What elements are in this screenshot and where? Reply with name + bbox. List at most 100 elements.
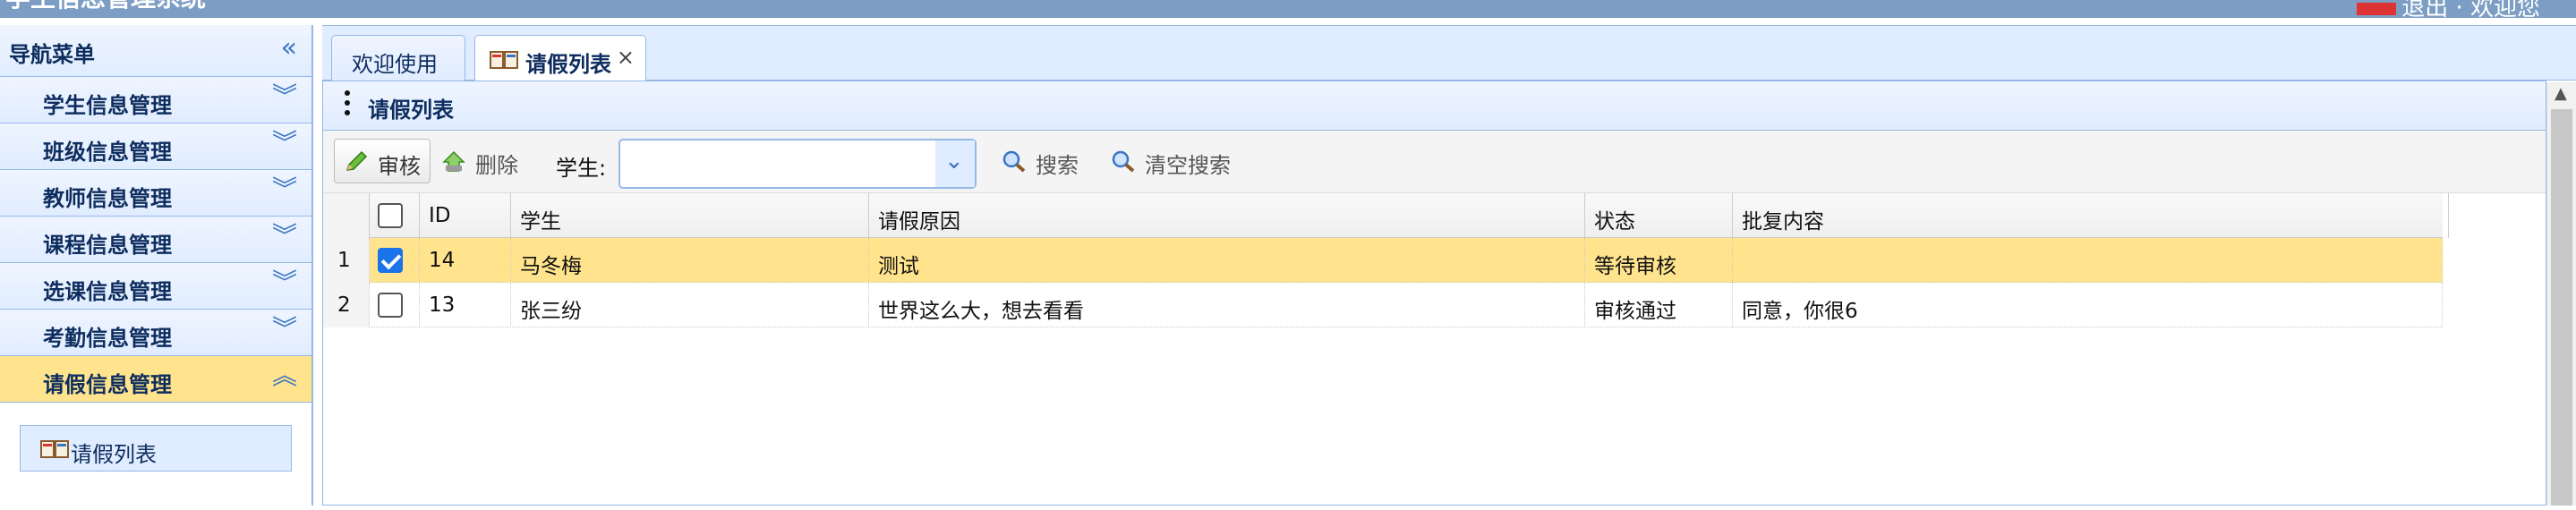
tab-leave-list[interactable]: 请假列表 × bbox=[474, 35, 646, 82]
cell-status: 审核通过 bbox=[1585, 283, 1733, 327]
cell-reply: 同意，你很6 bbox=[1733, 283, 2443, 327]
sidebar-item-class[interactable]: 班级信息管理 ︾ bbox=[0, 123, 311, 170]
cell-text: 同意，你很6 bbox=[1742, 300, 1858, 323]
sidebar: 导航菜单 « 学生信息管理 ︾ 班级信息管理 ︾ 教师信息管理 ︾ 课程信息管理… bbox=[0, 25, 313, 510]
clear-search-label: 清空搜索 bbox=[1145, 153, 1231, 178]
cell-text: 张三纷 bbox=[520, 300, 582, 323]
app-title: 学生信息管理系统 bbox=[5, 0, 206, 14]
sidebar-item-label: 课程信息管理 bbox=[43, 233, 172, 258]
delete-label: 删除 bbox=[475, 153, 518, 178]
sidebar-item-student[interactable]: 学生信息管理 ︾ bbox=[0, 77, 311, 123]
sidebar-item-label: 教师信息管理 bbox=[43, 186, 172, 211]
sidebar-item-attendance[interactable]: 考勤信息管理 ︾ bbox=[0, 310, 311, 356]
main-panel: 请假列表 审核 删除 学生: ⌄ 搜索 清空搜索 ID 学生 请假原因 状态 批… bbox=[322, 81, 2546, 506]
app-topbar: 学生信息管理系统 退出 · 欢迎您 bbox=[0, 0, 2576, 21]
sidebar-submenu: 请假列表 bbox=[0, 403, 311, 510]
sidebar-header: 导航菜单 « bbox=[0, 25, 311, 77]
rownum-header bbox=[323, 193, 370, 238]
vertical-scrollbar[interactable]: ▲ bbox=[2546, 82, 2576, 506]
row-check-cell bbox=[370, 238, 420, 283]
col-header-status[interactable]: 状态 bbox=[1585, 193, 1733, 238]
panel-header: 请假列表 bbox=[323, 81, 2546, 131]
leave-grid: ID 学生 请假原因 状态 批复内容 1 14 马冬梅 测试 等待审核 2 13… bbox=[323, 193, 2449, 327]
chevron-double-down-icon[interactable]: ︾ bbox=[272, 131, 297, 156]
tab-welcome[interactable]: 欢迎使用 bbox=[331, 35, 465, 81]
chevron-double-down-icon[interactable]: ︾ bbox=[272, 270, 297, 295]
more-vertical-icon[interactable] bbox=[345, 90, 350, 120]
approve-button[interactable]: 审核 bbox=[334, 139, 431, 183]
search-icon bbox=[1002, 150, 1026, 173]
close-icon[interactable]: × bbox=[617, 45, 635, 70]
dropdown-arrow[interactable]: ⌄ bbox=[935, 140, 975, 187]
row-number-text: 1 bbox=[337, 249, 351, 272]
clear-search-button[interactable]: 清空搜索 bbox=[1102, 139, 1263, 183]
chevron-down-icon: ⌄ bbox=[944, 148, 964, 174]
col-header-reason[interactable]: 请假原因 bbox=[869, 193, 1585, 238]
chevron-double-down-icon[interactable]: ︾ bbox=[272, 177, 297, 202]
delete-button[interactable]: 删除 bbox=[432, 139, 531, 183]
table-row[interactable]: 1 14 马冬梅 测试 等待审核 bbox=[323, 238, 2443, 283]
sidebar-item-selection[interactable]: 选课信息管理 ︾ bbox=[0, 263, 311, 310]
cell-id: 14 bbox=[420, 238, 511, 283]
scrollbar-thumb[interactable] bbox=[2551, 109, 2572, 506]
logout-icon bbox=[2357, 2, 2397, 15]
sidebar-item-label: 请假信息管理 bbox=[43, 372, 172, 397]
cell-status: 等待审核 bbox=[1585, 238, 1733, 283]
sidebar-item-teacher[interactable]: 教师信息管理 ︾ bbox=[0, 170, 311, 217]
row-number-text: 2 bbox=[337, 293, 351, 317]
cell-text: 13 bbox=[429, 293, 456, 317]
chevron-double-down-icon[interactable]: ︾ bbox=[272, 317, 297, 342]
chevron-double-down-icon[interactable]: ︾ bbox=[272, 224, 297, 249]
student-filter-label: 学生: bbox=[556, 156, 607, 181]
scroll-up-icon[interactable]: ▲ bbox=[2555, 84, 2567, 103]
sidebar-item-leave[interactable]: 请假信息管理 ︽ bbox=[0, 356, 311, 403]
cell-student: 张三纷 bbox=[511, 283, 869, 327]
col-header-label: ID bbox=[429, 204, 451, 227]
col-header-label: 批复内容 bbox=[1742, 210, 1824, 234]
chevron-double-down-icon[interactable]: ︾ bbox=[272, 84, 297, 109]
cell-text: 测试 bbox=[878, 255, 919, 278]
delete-icon bbox=[442, 150, 465, 172]
student-select[interactable]: ⌄ bbox=[618, 139, 977, 189]
sidebar-subitem-leave-list[interactable]: 请假列表 bbox=[20, 425, 292, 472]
book-icon bbox=[40, 440, 69, 458]
cell-reason: 世界这么大，想去看看 bbox=[869, 283, 1585, 327]
cell-text: 马冬梅 bbox=[520, 255, 582, 278]
row-number: 1 bbox=[323, 238, 370, 283]
table-row[interactable]: 2 13 张三纷 世界这么大，想去看看 审核通过 同意，你很6 bbox=[323, 283, 2443, 327]
pencil-icon bbox=[345, 150, 368, 171]
user-area[interactable]: 退出 · 欢迎您 bbox=[2357, 0, 2540, 22]
col-header-label: 学生 bbox=[520, 210, 561, 234]
cell-reason: 测试 bbox=[869, 238, 1585, 283]
col-header-reply[interactable]: 批复内容 bbox=[1733, 193, 2449, 238]
chevron-double-up-icon[interactable]: ︽ bbox=[272, 363, 297, 388]
book-icon bbox=[490, 51, 518, 69]
cell-text: 审核通过 bbox=[1594, 300, 1676, 323]
col-header-id[interactable]: ID bbox=[420, 193, 511, 238]
cell-student: 马冬梅 bbox=[511, 238, 869, 283]
search-label: 搜索 bbox=[1036, 153, 1079, 178]
sidebar-item-label: 班级信息管理 bbox=[43, 140, 172, 165]
select-all-checkbox[interactable] bbox=[378, 203, 403, 228]
search-button[interactable]: 搜索 bbox=[993, 139, 1100, 183]
col-header-label: 状态 bbox=[1594, 210, 1635, 234]
sidebar-item-label: 考勤信息管理 bbox=[43, 326, 172, 351]
grid-header-row: ID 学生 请假原因 状态 批复内容 bbox=[323, 193, 2449, 238]
select-all-cell bbox=[370, 193, 420, 238]
search-icon bbox=[1112, 150, 1135, 173]
tabs-strip: 欢迎使用 请假列表 × bbox=[322, 25, 2576, 82]
toolbar: 审核 删除 学生: ⌄ 搜索 清空搜索 bbox=[323, 131, 2546, 193]
col-header-label: 请假原因 bbox=[878, 210, 960, 234]
sidebar-item-label: 选课信息管理 bbox=[43, 279, 172, 304]
row-checkbox[interactable] bbox=[378, 293, 403, 318]
sidebar-item-course[interactable]: 课程信息管理 ︾ bbox=[0, 217, 311, 263]
approve-label: 审核 bbox=[378, 154, 421, 179]
tab-label: 欢迎使用 bbox=[352, 52, 438, 77]
sidebar-title: 导航菜单 bbox=[9, 42, 95, 67]
student-input[interactable] bbox=[626, 144, 934, 185]
row-checkbox[interactable] bbox=[378, 248, 403, 273]
col-header-student[interactable]: 学生 bbox=[511, 193, 869, 238]
panel-title: 请假列表 bbox=[368, 98, 454, 123]
cell-reply bbox=[1733, 238, 2443, 283]
collapse-left-icon[interactable]: « bbox=[281, 32, 297, 64]
